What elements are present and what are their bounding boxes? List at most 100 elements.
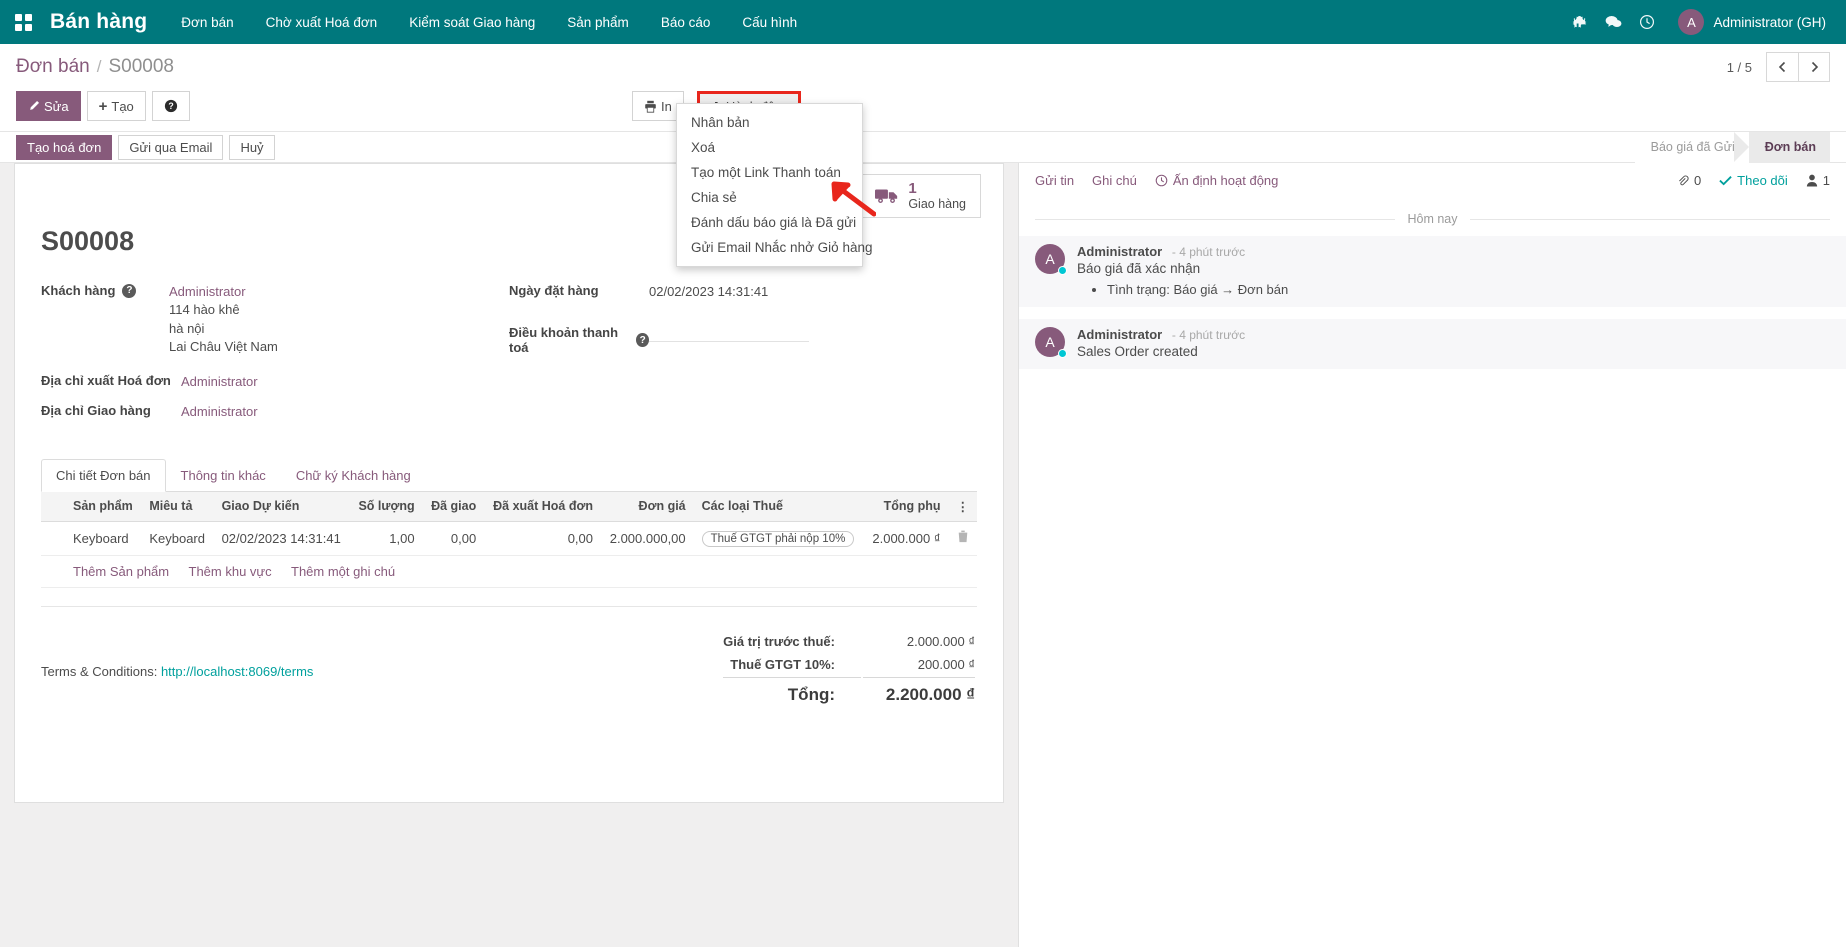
sheet-divider	[41, 606, 977, 607]
message-author: Administrator	[1077, 244, 1162, 259]
smart-button-delivery[interactable]: 1 Giao hàng	[860, 174, 981, 218]
field-customer-value[interactable]: Administrator	[169, 283, 278, 301]
header-delivery-date[interactable]: Giao Dự kiến	[214, 492, 350, 522]
trash-icon[interactable]	[957, 531, 969, 546]
cell-taxes[interactable]: Thuế GTGT phải nộp 10%	[694, 521, 864, 555]
send-message-button[interactable]: Gửi tin	[1035, 173, 1074, 188]
followers-button[interactable]: 1	[1806, 173, 1830, 188]
smart-button-label: Giao hàng	[908, 197, 966, 211]
breadcrumb-row: Đơn bán / S00008 1 / 5	[16, 52, 1830, 82]
create-button[interactable]: + Tạo	[87, 91, 146, 121]
customer-address-line-1: 114 hào khê	[169, 301, 278, 319]
create-invoice-button[interactable]: Tạo hoá đơn	[16, 135, 112, 160]
apps-grid-icon[interactable]	[0, 0, 46, 44]
add-product-link[interactable]: Thêm Sản phẩm	[73, 564, 169, 579]
breadcrumb: Đơn bán / S00008	[16, 56, 174, 78]
tax-chip: Thuế GTGT phải nộp 10%	[702, 531, 855, 547]
record-pager: 1 / 5	[1727, 52, 1830, 82]
app-brand-title[interactable]: Bán hàng	[46, 10, 165, 34]
untaxed-value: 2.000.000 ₫	[863, 631, 975, 652]
header-quantity[interactable]: Số lượng	[350, 492, 423, 522]
nav-menu-san-pham[interactable]: Sản phẩm	[551, 0, 645, 44]
header-unit-price[interactable]: Đơn giá	[601, 492, 694, 522]
dropdown-item-delete[interactable]: Xoá	[677, 135, 862, 160]
navbar-right-group: A Administrator (GH)	[1564, 0, 1846, 44]
help-button[interactable]: ?	[152, 91, 190, 121]
cell-delivery-date[interactable]: 02/02/2023 14:31:41	[214, 521, 350, 555]
send-by-email-button[interactable]: Gửi qua Email	[118, 135, 223, 160]
grand-total-label: Tổng:	[723, 677, 861, 708]
follow-button[interactable]: Theo dõi	[1719, 173, 1788, 188]
breadcrumb-root[interactable]: Đơn bán	[16, 56, 90, 78]
cancel-button[interactable]: Huỷ	[229, 135, 274, 160]
dropdown-item-send-cart-reminder-email[interactable]: Gửi Email Nhắc nhở Giỏ hàng	[677, 235, 862, 260]
totals-row-grand: Tổng: 2.200.000 ₫	[723, 677, 975, 708]
header-description[interactable]: Miêu tả	[141, 492, 213, 522]
table-row[interactable]: Keyboard Keyboard 02/02/2023 14:31:41 1,…	[41, 521, 977, 555]
attachments-button[interactable]: 0	[1677, 173, 1701, 188]
log-note-button[interactable]: Ghi chú	[1092, 173, 1137, 188]
printer-icon	[644, 100, 657, 113]
edit-button[interactable]: Sửa	[16, 91, 81, 121]
tax-value: 200.000 ₫	[863, 654, 975, 675]
table-options-icon[interactable]: ⋮	[949, 492, 978, 522]
message-body: Báo giá đã xác nhận Tình trạng: Báo giá …	[1077, 261, 1288, 297]
day-separator: Hôm nay	[1019, 212, 1846, 226]
header-invoiced[interactable]: Đã xuất Hoá đơn	[484, 492, 601, 522]
message-author: Administrator	[1077, 327, 1162, 342]
user-menu[interactable]: A Administrator (GH)	[1666, 9, 1832, 35]
field-invoice-address-label: Địa chỉ xuất Hoá đơn	[41, 373, 181, 388]
schedule-activity-button[interactable]: Ấn định hoạt động	[1155, 173, 1279, 188]
header-subtotal[interactable]: Tổng phụ	[864, 492, 949, 522]
cell-quantity[interactable]: 1,00	[350, 521, 423, 555]
dropdown-item-share[interactable]: Chia sẻ	[677, 185, 862, 210]
dropdown-item-duplicate[interactable]: Nhân bản	[677, 110, 862, 135]
field-invoice-address-value[interactable]: Administrator	[181, 373, 258, 391]
pager-next-button[interactable]	[1798, 52, 1830, 82]
message-bullet: Tình trạng: Báo giá → Đơn bán	[1107, 282, 1288, 297]
field-payment-terms-label-text: Điều khoản thanh toá	[509, 325, 629, 355]
online-status-dot	[1058, 266, 1067, 275]
dropdown-item-create-payment-link[interactable]: Tạo một Link Thanh toán	[677, 160, 862, 185]
nav-menu-bao-cao[interactable]: Báo cáo	[645, 0, 727, 44]
pager-counter: 1 / 5	[1727, 60, 1752, 75]
field-invoice-address: Địa chỉ xuất Hoá đơn Administrator	[41, 373, 509, 393]
totals-row-tax: Thuế GTGT 10%: 200.000 ₫	[723, 654, 975, 675]
pager-previous-button[interactable]	[1766, 52, 1798, 82]
messages-icon[interactable]	[1598, 0, 1628, 44]
totals-table: Giá trị trước thuế: 2.000.000 ₫ Thuế GTG…	[721, 629, 977, 710]
dropdown-item-mark-quotation-sent[interactable]: Đánh dấu báo giá là Đã gửi	[677, 210, 862, 235]
add-note-link[interactable]: Thêm một ghi chú	[291, 564, 395, 579]
cell-invoiced[interactable]: 0,00	[484, 521, 601, 555]
header-delivered[interactable]: Đã giao	[423, 492, 485, 522]
status-sales-order[interactable]: Đơn bán	[1749, 132, 1830, 163]
nav-menu-cau-hinh[interactable]: Cấu hình	[726, 0, 813, 44]
field-delivery-address-value[interactable]: Administrator	[181, 403, 258, 421]
activity-clock-icon[interactable]	[1632, 0, 1662, 44]
cell-description[interactable]: Keyboard	[141, 521, 213, 555]
tab-customer-signature[interactable]: Chữ ký Khách hàng	[281, 459, 426, 492]
tab-other-info[interactable]: Thông tin khác	[166, 459, 281, 492]
statusbar-row: Tạo hoá đơn Gửi qua Email Huỷ Báo giá đã…	[0, 132, 1846, 163]
header-product[interactable]: Sản phẩm	[65, 492, 141, 522]
bug-icon[interactable]	[1564, 0, 1594, 44]
nav-menu-kiem-soat-giao-hang[interactable]: Kiểm soát Giao hàng	[393, 0, 551, 44]
add-links-row: Thêm Sản phẩm Thêm khu vực Thêm một ghi …	[41, 555, 977, 587]
add-section-link[interactable]: Thêm khu vực	[189, 564, 272, 579]
help-icon[interactable]: ?	[636, 333, 649, 347]
field-payment-terms-value[interactable]	[649, 325, 809, 342]
header-taxes[interactable]: Các loại Thuế	[694, 492, 864, 522]
chatter-message: A Administrator - 4 phút trước Sales Ord…	[1019, 319, 1846, 369]
cell-unit-price[interactable]: 2.000.000,00	[601, 521, 694, 555]
cell-product[interactable]: Keyboard	[65, 521, 141, 555]
field-payment-terms: Điều khoản thanh toá ?	[509, 325, 977, 355]
cell-delivered[interactable]: 0,00	[423, 521, 485, 555]
tab-order-lines[interactable]: Chi tiết Đơn bán	[41, 459, 166, 492]
help-icon[interactable]: ?	[122, 284, 136, 298]
terms-link[interactable]: http://localhost:8069/terms	[161, 664, 313, 679]
nav-menu-cho-xuat-hoa-don[interactable]: Chờ xuất Hoá đơn	[250, 0, 394, 44]
nav-menu-don-ban[interactable]: Đơn bán	[165, 0, 249, 44]
status-quotation-sent[interactable]: Báo giá đã Gửi	[1635, 132, 1749, 163]
field-order-date-label: Ngày đặt hàng	[509, 283, 649, 298]
avatar: A	[1678, 9, 1704, 35]
